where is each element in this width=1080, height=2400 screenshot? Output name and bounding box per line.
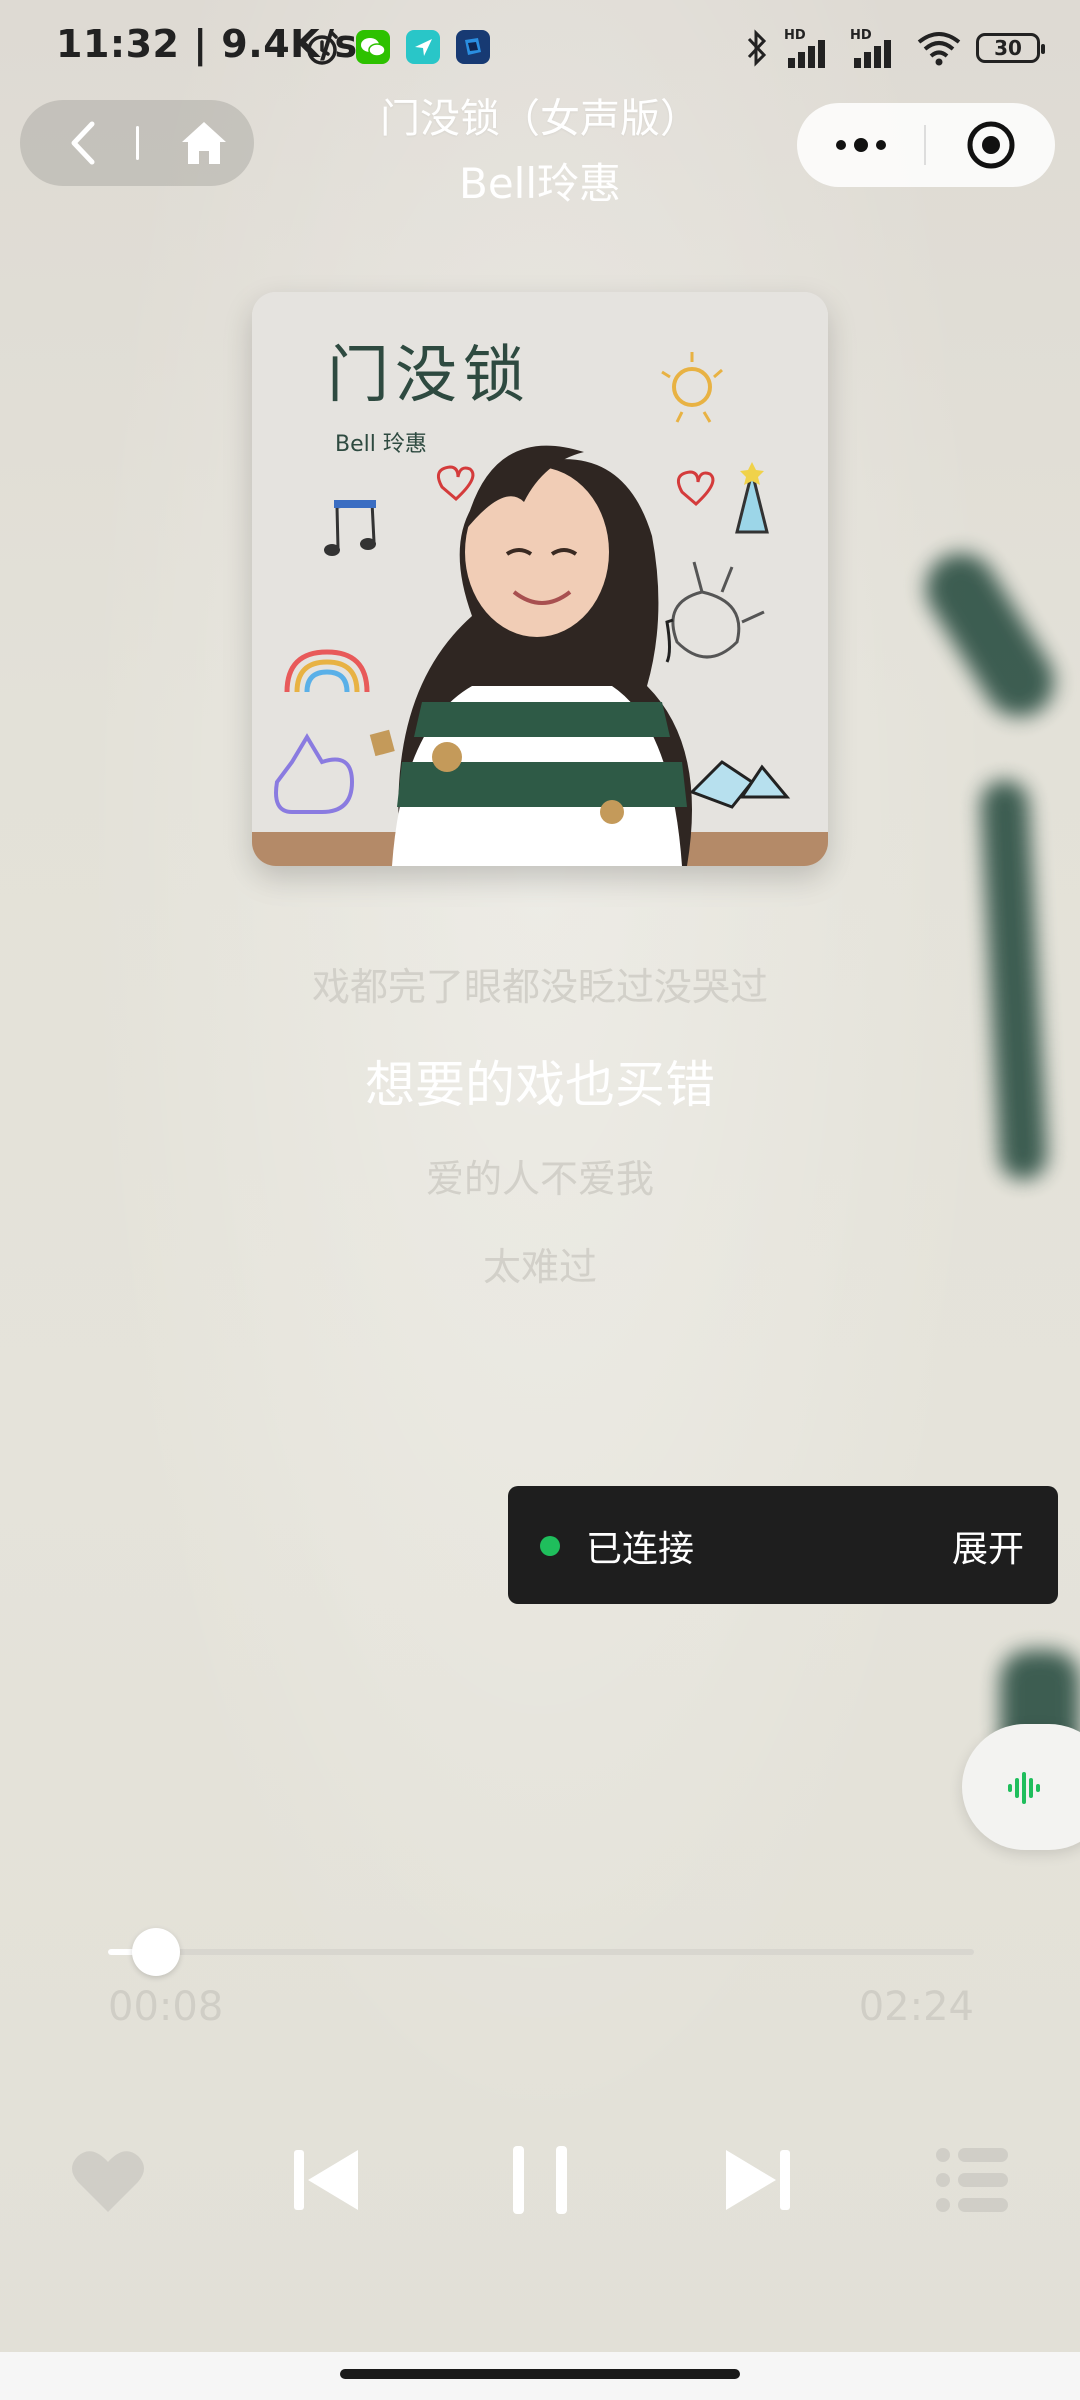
bluetooth-icon bbox=[747, 29, 767, 67]
elapsed-time: 00:08 bbox=[108, 1984, 224, 2030]
progress-track[interactable] bbox=[108, 1928, 974, 1976]
connection-toast: 已连接 展开 bbox=[508, 1486, 1058, 1604]
cellular-signal-1: HD bbox=[784, 28, 836, 68]
clock-text: 11:32 bbox=[56, 22, 180, 66]
album-cover: 门没锁 Bell 玲惠 bbox=[252, 292, 828, 866]
cover-title-text: 门没锁 bbox=[327, 338, 532, 411]
heart-icon bbox=[72, 2151, 144, 2212]
app-icon bbox=[456, 30, 490, 64]
status-indicators: HD HD 30 bbox=[744, 24, 1045, 72]
lyric-next: 太难过 bbox=[482, 1245, 597, 1289]
skip-next-icon bbox=[726, 2150, 790, 2210]
cellular-signal-2: HD bbox=[850, 28, 902, 68]
lyric-previous: 戏都完了眼都没眨过没哭过 bbox=[311, 965, 768, 1009]
signal-bars-icon bbox=[788, 40, 825, 68]
status-bar: 11:32 | 9.4K/s HD HD 30 bbox=[0, 0, 1080, 96]
location-app-icon bbox=[406, 30, 440, 64]
more-dots-icon bbox=[835, 138, 886, 152]
menu-capsule bbox=[797, 103, 1055, 187]
lyric-next: 爱的人不爱我 bbox=[425, 1157, 654, 1201]
skip-previous-icon bbox=[294, 2150, 358, 2210]
connection-status-text: 已连接 bbox=[586, 1529, 695, 1570]
expand-button[interactable]: 展开 bbox=[952, 1520, 1024, 1572]
previous-button[interactable] bbox=[276, 2130, 376, 2230]
wifi-icon bbox=[917, 32, 961, 66]
connected-status-dot bbox=[540, 1536, 560, 1556]
like-button[interactable] bbox=[58, 2130, 158, 2230]
playlist-icon bbox=[936, 2148, 1008, 2212]
alarm-icon bbox=[306, 30, 338, 65]
battery-indicator: 30 bbox=[976, 33, 1045, 63]
battery-level: 30 bbox=[994, 36, 1022, 60]
total-duration: 02:24 bbox=[858, 1984, 974, 2030]
signal-bars-icon bbox=[854, 40, 891, 68]
home-indicator[interactable] bbox=[340, 2369, 740, 2379]
more-button[interactable] bbox=[797, 103, 924, 187]
cover-artist-text: Bell 玲惠 bbox=[335, 432, 427, 457]
pause-icon bbox=[513, 2146, 567, 2214]
wechat-icon bbox=[356, 30, 390, 64]
pause-button[interactable] bbox=[490, 2130, 590, 2230]
close-miniprogram-button[interactable] bbox=[926, 103, 1055, 187]
playlist-button[interactable] bbox=[922, 2130, 1022, 2230]
voice-wave-icon bbox=[1008, 1772, 1040, 1804]
lyric-current: 想要的戏也买错 bbox=[365, 1056, 715, 1114]
target-close-icon bbox=[967, 121, 1014, 169]
voice-float-button[interactable] bbox=[962, 1724, 1080, 1850]
next-button[interactable] bbox=[708, 2130, 808, 2230]
